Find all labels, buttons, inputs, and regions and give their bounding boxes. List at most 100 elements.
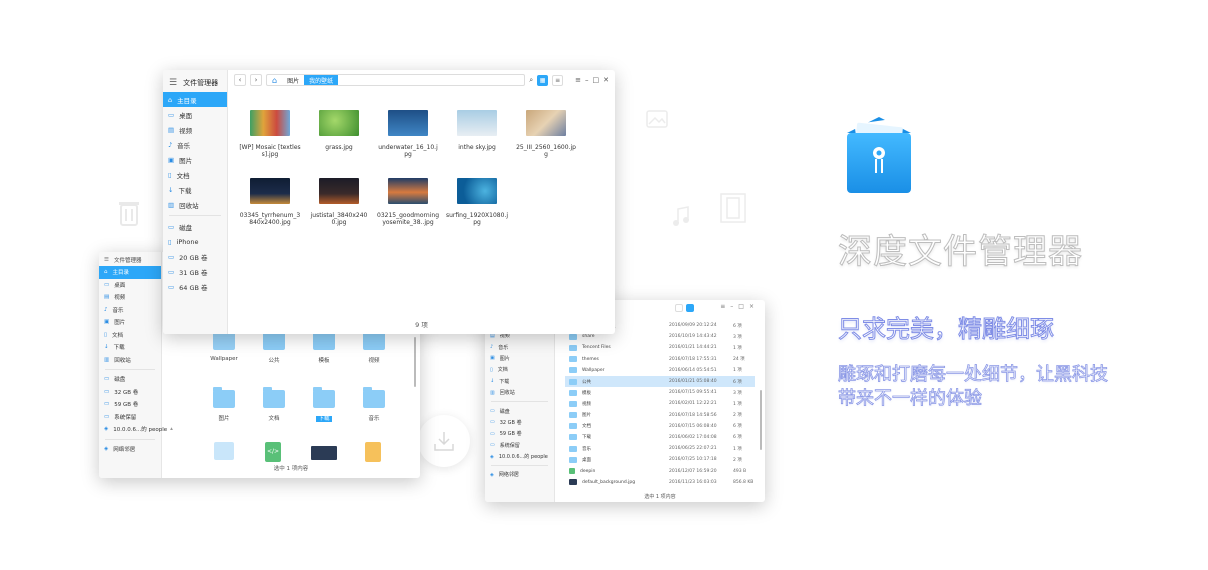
- sidebar-item-network-share[interactable]: ◈ 10.0.0.6...的 people ▴: [99, 423, 173, 436]
- sidebar-item-downloads[interactable]: ↓ 下载: [485, 376, 554, 387]
- file-manager-window-main[interactable]: ☰ 文件管理器 ⌂ 主目录 ▭ 桌面 ▤ 视频 ♪ 音乐 ▣ 图片 ▯ 文档 ↓ 下载 ▥ 回收站…: [163, 70, 615, 334]
- menu-icon[interactable]: ≡: [575, 76, 581, 84]
- table-row[interactable]: 模板 2016/07/15 09:55:41 3 项: [565, 387, 755, 398]
- sidebar-item-pictures[interactable]: ▣ 图片: [163, 152, 227, 167]
- sidebar-item-network-share[interactable]: ◈ 10.0.0.6...的 people: [485, 451, 554, 462]
- sidebar-item-disk[interactable]: ▭ 磁盘: [485, 405, 554, 416]
- table-row-selected[interactable]: 公共 2016/01/21 05:08:40 6 项: [565, 375, 755, 388]
- file-item[interactable]: underwater_16_10.jpg: [377, 110, 439, 158]
- forward-button[interactable]: ›: [250, 74, 262, 86]
- sidebar-item-music[interactable]: ♪ 音乐: [99, 304, 161, 317]
- sidebar-item-downloads[interactable]: ↓ 下载: [163, 182, 227, 197]
- sidebar-item-volume-59[interactable]: ▭ 59 GB 卷: [99, 398, 161, 411]
- sidebar-item-desktop[interactable]: ▭ 桌面: [99, 279, 161, 292]
- sidebar-item-network[interactable]: ◈ 网络邻居: [99, 443, 161, 456]
- sidebar-item-trash[interactable]: ▥ 回收站: [99, 354, 161, 367]
- drive-icon: ▭: [104, 388, 110, 395]
- sidebar-item-home[interactable]: ⌂ 主目录: [163, 92, 227, 107]
- folder-item[interactable]: 文档: [249, 387, 299, 422]
- table-row[interactable]: 桌面 2016/07/25 10:17:18 2 项: [565, 454, 755, 465]
- sidebar-item-volume-31[interactable]: ▭ 31 GB 卷: [163, 264, 227, 279]
- file-icon[interactable]: [214, 442, 234, 460]
- sidebar-item-downloads[interactable]: ↓ 下载: [99, 341, 161, 354]
- breadcrumb-item-current[interactable]: 我的壁纸: [304, 75, 339, 85]
- minimize-icon[interactable]: –: [585, 76, 589, 84]
- sidebar-item-system-reserved[interactable]: ▭ 系统保留: [485, 440, 554, 451]
- sidebar-item-trash[interactable]: ▥ 回收站: [163, 197, 227, 212]
- file-item[interactable]: justistal_3840x2400.jpg: [308, 178, 370, 226]
- breadcrumb-item[interactable]: 图片: [282, 75, 304, 85]
- file-item[interactable]: 03215_goodmorningyosemite_38..jpg: [377, 178, 439, 226]
- sidebar-item-documents[interactable]: ▯ 文档: [485, 364, 554, 375]
- file-thumbnail: [250, 178, 290, 204]
- sidebar-item-documents[interactable]: ▯ 文档: [99, 329, 161, 342]
- table-row[interactable]: 文档 2016/07/15 06:08:40 6 项: [565, 421, 755, 432]
- sidebar-item-network[interactable]: ◈ 网络邻居: [485, 469, 554, 480]
- sidebar-item-disk[interactable]: ▭ 磁盘: [163, 219, 227, 234]
- download-icon: ↓: [490, 378, 495, 385]
- scrollbar[interactable]: [760, 390, 762, 450]
- text-file-icon[interactable]: [365, 442, 381, 462]
- table-row[interactable]: 图片 2016/07/18 14:58:56 2 项: [565, 410, 755, 421]
- close-icon[interactable]: ✕: [603, 76, 609, 84]
- sidebar-item-pictures[interactable]: ▣ 图片: [485, 353, 554, 364]
- maximize-icon[interactable]: □: [593, 76, 600, 84]
- sidebar-item-videos[interactable]: ▤ 视频: [99, 291, 161, 304]
- sidebar-item-volume-59[interactable]: ▭ 59 GB 卷: [485, 428, 554, 439]
- folder-item[interactable]: 图片: [199, 387, 249, 422]
- table-row[interactable]: 视频 2016/02/01 12:22:21 1 项: [565, 398, 755, 409]
- sidebar-item-disk[interactable]: ▭ 磁盘: [99, 373, 161, 386]
- table-row[interactable]: themes 2016/07/18 17:55:31 24 项: [565, 354, 755, 365]
- file-item[interactable]: 03345_tyrrhenum_3840x2400.jpg: [239, 178, 301, 226]
- icon-view-button[interactable]: [675, 304, 683, 312]
- table-row[interactable]: Tencent Files 2016/01/21 14:44:21 1 项: [565, 342, 755, 353]
- sidebar-item-volume-20[interactable]: ▭ 20 GB 卷: [163, 249, 227, 264]
- folder-item[interactable]: 公共: [249, 329, 299, 364]
- list-view-button[interactable]: [686, 304, 694, 312]
- list-view-button[interactable]: ≡: [552, 74, 564, 86]
- sidebar-item-iphone[interactable]: ▯ iPhone: [163, 234, 227, 249]
- sidebar-item-music[interactable]: ♪ 音乐: [163, 137, 227, 152]
- folder-item[interactable]: 视频: [349, 329, 399, 364]
- home-crumb-icon[interactable]: ⌂: [267, 75, 282, 85]
- file-item[interactable]: [WP] Mosaic [textless].jpg: [239, 110, 301, 158]
- eject-icon[interactable]: ▴: [170, 426, 173, 432]
- table-row[interactable]: Wallpaper 2016/06/14 05:54:51 1 项: [565, 365, 755, 376]
- sidebar-item-trash[interactable]: ▥ 回收站: [485, 387, 554, 398]
- toolbar-right: ⌕ ▦ ≡ ≡ – □ ✕: [529, 74, 609, 86]
- folder-item[interactable]: 音乐: [349, 387, 399, 422]
- folder-item[interactable]: Wallpaper: [199, 329, 249, 362]
- code-file-icon[interactable]: </>: [265, 442, 281, 462]
- file-thumbnail: [526, 110, 566, 136]
- menu-icon[interactable]: ☰: [104, 257, 109, 263]
- file-item[interactable]: 25_III_2560_1600.jpg: [515, 110, 577, 158]
- table-row[interactable]: deepin 2016/12/07 16:59:20 493 B: [565, 465, 755, 476]
- sidebar-item-volume-64[interactable]: ▭ 64 GB 卷: [163, 279, 227, 294]
- file-item[interactable]: grass.jpg: [308, 110, 370, 151]
- sidebar-item-volume-32[interactable]: ▭ 32 GB 卷: [485, 417, 554, 428]
- menu-icon[interactable]: ☰: [169, 78, 177, 88]
- sidebar-item-music[interactable]: ♪ 音乐: [485, 341, 554, 352]
- brand-slogan: 只求完美，精雕细琢: [838, 315, 1055, 344]
- sidebar-item-volume-32[interactable]: ▭ 32 GB 卷: [99, 386, 161, 399]
- window-controls[interactable]: ≡–□×: [720, 303, 759, 310]
- file-item[interactable]: surfing_1920X1080.jpg: [446, 178, 508, 226]
- sidebar-item-desktop[interactable]: ▭ 桌面: [163, 107, 227, 122]
- folder-item-selected[interactable]: 下载: [299, 387, 349, 422]
- table-row[interactable]: 音乐 2016/06/25 22:07:21 1 项: [565, 443, 755, 454]
- sidebar-item-documents[interactable]: ▯ 文档: [163, 167, 227, 182]
- image-file-icon[interactable]: [311, 446, 337, 460]
- folder-item[interactable]: 模板: [299, 329, 349, 364]
- table-row[interactable]: default_background.jpg 2016/11/23 16:03:0…: [565, 477, 755, 488]
- sidebar-item-videos[interactable]: ▤ 视频: [163, 122, 227, 137]
- sidebar-item-system-reserved[interactable]: ▭ 系统保留: [99, 411, 161, 424]
- scrollbar[interactable]: [414, 337, 416, 387]
- table-row[interactable]: 下载 2016/06/02 17:04:08 6 项: [565, 432, 755, 443]
- file-item[interactable]: inthe sky.jpg: [446, 110, 508, 151]
- sidebar-item-pictures[interactable]: ▣ 图片: [99, 316, 161, 329]
- icon-view-button[interactable]: ▦: [537, 74, 549, 86]
- status-bar: 选中 1 项内容: [644, 494, 676, 500]
- sidebar-item-home[interactable]: ⌂ 主目录: [99, 266, 161, 279]
- back-button[interactable]: ‹: [234, 74, 246, 86]
- search-icon[interactable]: ⌕: [529, 76, 533, 85]
